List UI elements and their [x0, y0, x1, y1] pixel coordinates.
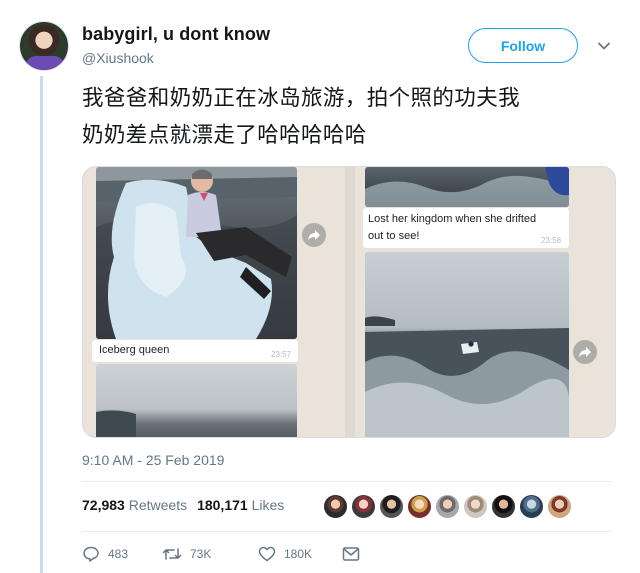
chat-caption: out to see!: [368, 230, 420, 242]
avatar[interactable]: [547, 494, 572, 519]
avatar[interactable]: [407, 494, 432, 519]
divider: [82, 481, 612, 482]
direct-message-icon: [342, 547, 360, 561]
like-count: 180K: [284, 547, 313, 561]
chat-time: 23:57: [271, 350, 292, 359]
direct-message-button[interactable]: [342, 546, 360, 562]
retweets-stat[interactable]: 72,983 Retweets: [82, 497, 187, 513]
retweets-count: 72,983: [82, 497, 125, 513]
likes-stat[interactable]: 180,171 Likes: [197, 497, 284, 513]
user-handle[interactable]: @Xiushook: [82, 50, 154, 66]
share-arrow-icon[interactable]: [302, 223, 326, 247]
retweets-label: Retweets: [128, 497, 188, 513]
avatar[interactable]: [379, 494, 404, 519]
tweet-text-line: 我爸爸和奶奶正在冰岛旅游，拍个照的功夫我: [82, 86, 521, 111]
waves-photo-top: [365, 167, 569, 207]
chat-caption: Iceberg queen: [99, 344, 170, 356]
avatar[interactable]: [435, 494, 460, 519]
sea-photo: [96, 364, 297, 437]
retweet-button[interactable]: 73K: [162, 546, 258, 562]
chat-time: 23:58: [541, 236, 562, 245]
avatar[interactable]: [351, 494, 376, 519]
follow-button[interactable]: Follow: [468, 28, 578, 63]
avatar[interactable]: [323, 494, 348, 519]
tweet-text: 我爸爸和奶奶正在冰岛旅游，拍个照的功夫我 奶奶差点就漂走了哈哈哈哈哈: [82, 80, 612, 154]
left-chat-screenshot: Iceberg queen 23:57: [83, 167, 345, 437]
share-arrow-icon[interactable]: [573, 340, 597, 364]
liker-avatars: [323, 494, 572, 519]
avatar[interactable]: [519, 494, 544, 519]
reply-count: 483: [108, 547, 129, 561]
avatar[interactable]: [463, 494, 488, 519]
chat-caption: Lost her kingdom when she drifted: [368, 213, 537, 225]
tweet-actions: 483 73K 180K: [82, 545, 360, 563]
tweet-text-line: 奶奶差点就漂走了哈哈哈哈哈: [82, 123, 367, 148]
avatar[interactable]: [19, 21, 69, 71]
retweet-count: 73K: [190, 547, 212, 561]
iceberg-queen-photo: [96, 167, 297, 339]
chevron-down-icon[interactable]: [596, 38, 612, 54]
avatar[interactable]: [491, 494, 516, 519]
likes-count: 180,171: [197, 497, 248, 513]
likes-label: Likes: [251, 497, 285, 513]
reply-button[interactable]: 483: [82, 545, 162, 563]
right-chat-screenshot: Lost her kingdom when she drifted out to…: [355, 167, 615, 437]
thread-line: [40, 76, 43, 573]
tweet-media-image[interactable]: Iceberg queen 23:57 Lost her kingdom whe…: [82, 166, 616, 438]
reply-icon: [83, 546, 99, 562]
tweet-stats: 72,983 Retweets 180,171 Likes: [82, 497, 284, 513]
heart-icon: [258, 546, 276, 562]
drifting-photo: [365, 252, 569, 437]
tweet-timestamp[interactable]: 9:10 AM - 25 Feb 2019: [82, 452, 224, 468]
retweet-icon: [162, 548, 182, 560]
display-name[interactable]: babygirl, u dont know: [82, 24, 270, 45]
divider: [82, 531, 612, 532]
like-button[interactable]: 180K: [258, 546, 342, 562]
